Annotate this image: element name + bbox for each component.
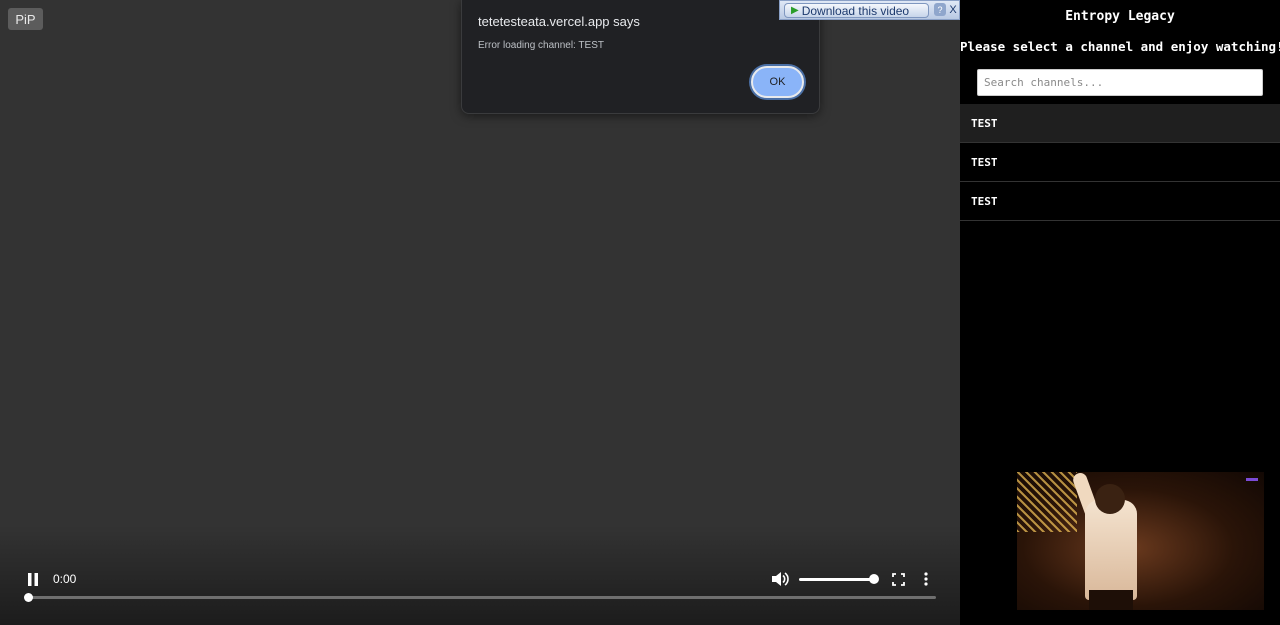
current-time: 0:00 — [53, 572, 77, 586]
welcome-text: Please select a channel and enjoy watchi… — [960, 39, 1280, 54]
download-label: Download this video — [801, 3, 910, 18]
pip-button[interactable]: PiP — [8, 8, 43, 30]
pause-icon[interactable] — [24, 570, 42, 588]
channel-list: TEST TEST TEST — [960, 104, 1280, 221]
help-icon[interactable]: ? — [934, 3, 946, 16]
seek-bar[interactable] — [28, 596, 936, 599]
dialog-title: tetetesteata.vercel.app says — [478, 14, 640, 29]
controls-overlay — [0, 525, 960, 625]
thumbnail-figure-legs — [1089, 590, 1133, 610]
volume-slider-handle[interactable] — [869, 574, 879, 584]
app-title: Entropy Legacy — [1065, 9, 1175, 24]
download-toolbar: ▶ Download this video ? X — [779, 0, 960, 20]
video-thumbnail — [1017, 472, 1264, 610]
channel-search-input[interactable] — [977, 69, 1263, 96]
thumbnail-watermark — [1246, 478, 1258, 481]
download-video-button[interactable]: ▶ Download this video — [784, 3, 929, 18]
fullscreen-icon[interactable] — [889, 570, 907, 588]
channel-item[interactable]: TEST — [960, 182, 1280, 221]
channel-item[interactable]: TEST — [960, 143, 1280, 182]
ok-button[interactable]: OK — [751, 66, 804, 98]
seek-bar-handle[interactable] — [24, 593, 33, 602]
channel-item[interactable]: TEST — [960, 104, 1280, 143]
play-icon: ▶ — [791, 5, 799, 16]
volume-icon[interactable] — [770, 570, 790, 588]
volume-slider[interactable] — [799, 578, 875, 581]
thumbnail-figure — [1085, 500, 1137, 600]
thumbnail-figure-head — [1095, 484, 1125, 514]
alert-dialog: tetetesteata.vercel.app says Error loadi… — [461, 0, 820, 114]
more-options-icon[interactable] — [918, 570, 934, 588]
close-icon[interactable]: X — [947, 2, 959, 17]
sidebar: Entropy Legacy Please select a channel a… — [960, 0, 1280, 625]
stage-lights — [1017, 472, 1077, 532]
dialog-message: Error loading channel: TEST — [478, 40, 604, 51]
